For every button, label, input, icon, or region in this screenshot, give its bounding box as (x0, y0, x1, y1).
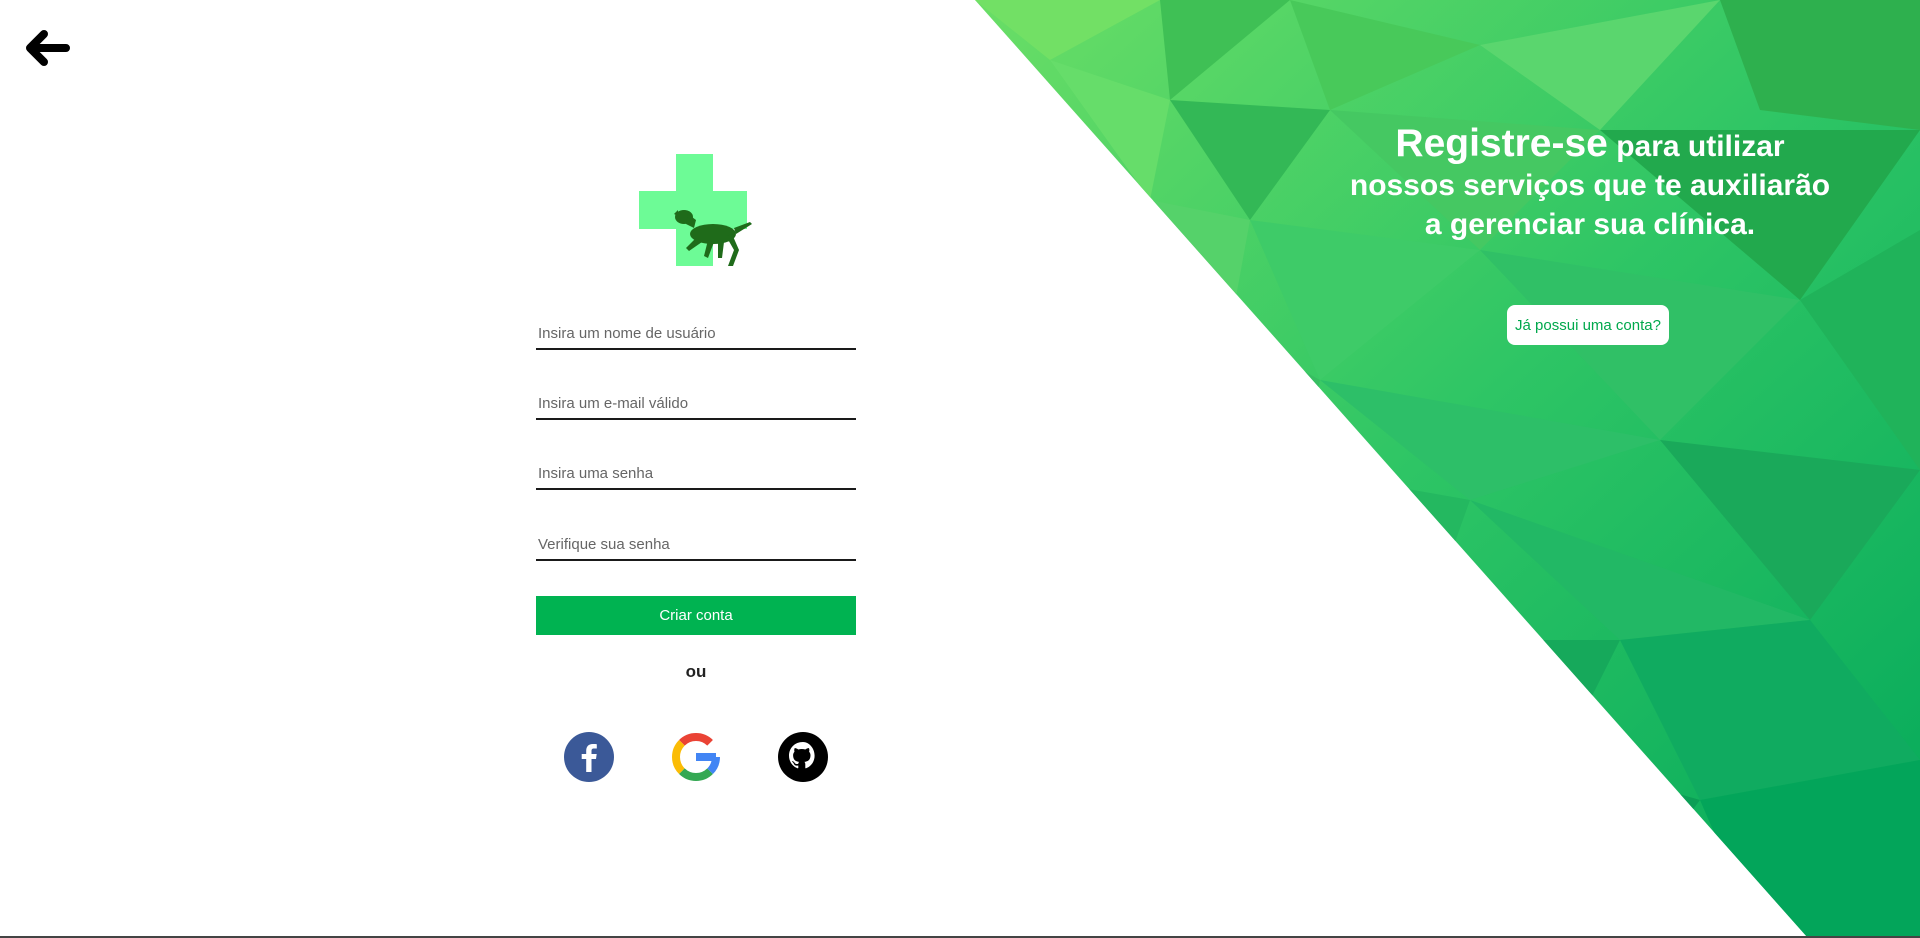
google-icon (671, 732, 721, 781)
confirm-password-input[interactable] (536, 529, 856, 559)
github-icon (778, 732, 828, 782)
google-login-button[interactable] (671, 732, 721, 782)
login-link-button[interactable]: Já possui uma conta? (1507, 305, 1669, 345)
facebook-icon (564, 732, 614, 782)
email-input[interactable] (536, 388, 856, 418)
promo-highlight: Registre-se (1395, 122, 1608, 165)
password-field (536, 458, 856, 490)
username-input[interactable] (536, 318, 856, 348)
password-input[interactable] (536, 458, 856, 488)
confirm-password-field (536, 529, 856, 561)
email-field (536, 388, 856, 420)
create-account-button[interactable]: Criar conta (536, 596, 856, 635)
facebook-login-button[interactable] (564, 732, 614, 782)
arrow-left-icon (26, 30, 70, 66)
promo-text: Registre-se para utilizar nossos serviço… (1340, 124, 1840, 244)
back-button[interactable] (22, 27, 72, 71)
vet-logo-icon (639, 154, 752, 266)
github-login-button[interactable] (778, 732, 828, 782)
username-field (536, 318, 856, 350)
or-divider-label: ou (685, 662, 707, 681)
